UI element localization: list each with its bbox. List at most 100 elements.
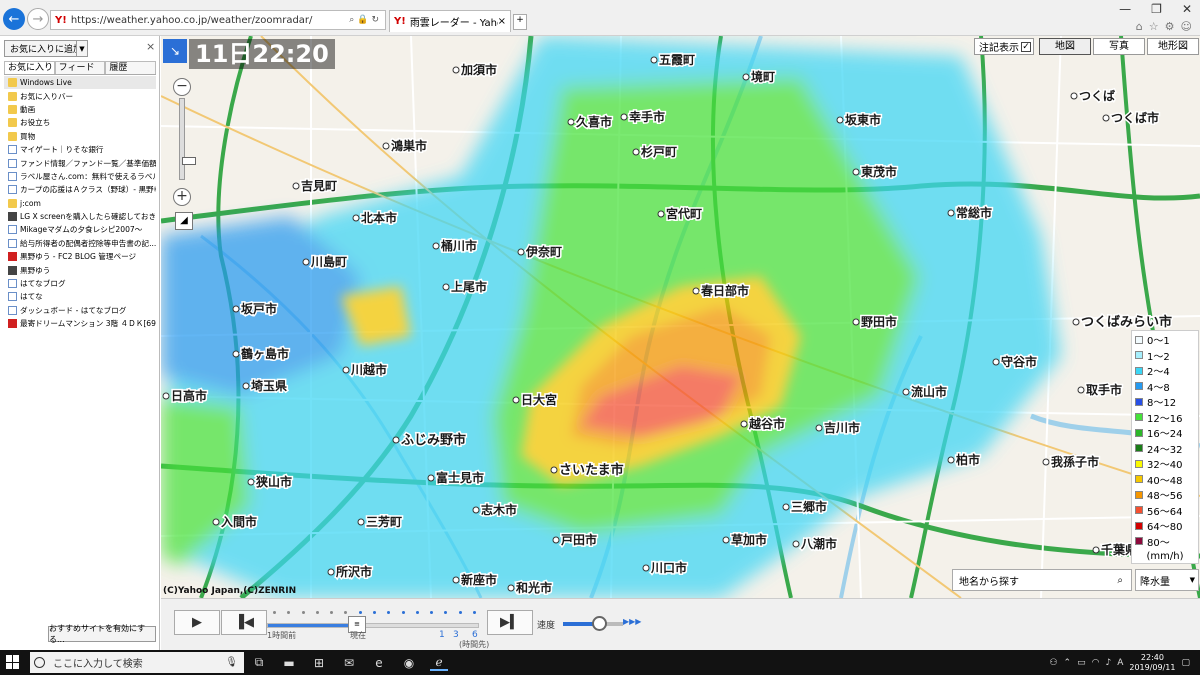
timeline-tick <box>287 611 291 614</box>
microphone-icon[interactable]: 🎙 <box>225 657 238 668</box>
place-label[interactable]: つくばみらい市 <box>1072 313 1174 332</box>
favorite-item[interactable]: お役立ち <box>4 116 156 129</box>
star-icon[interactable]: ☆ <box>1149 20 1159 33</box>
volume-icon[interactable]: ♪ <box>1105 658 1111 668</box>
tab-history[interactable]: 履歴 <box>105 61 157 74</box>
favorites-close-button[interactable]: × <box>146 40 155 53</box>
annotation-toggle[interactable]: 注記表示 ✓ <box>974 38 1034 55</box>
expand-map-button[interactable]: ↘ <box>163 39 187 63</box>
back-button[interactable]: ← <box>3 8 25 30</box>
ime-icon[interactable]: A <box>1117 658 1123 668</box>
favorite-item[interactable]: LG X screenを購入したら確認しておきたい... <box>4 210 156 223</box>
place-name: 入間市 <box>221 514 257 529</box>
tab-favorites[interactable]: お気に入り <box>4 61 55 74</box>
map-canvas[interactable]: 加須市 五霞町境町つくばつくば市 久喜市 幸手市 坂東市鴻巣市 杉戸町東茂市吉見町宮代町 常… <box>161 36 1200 598</box>
place-marker <box>232 350 240 358</box>
favorite-item[interactable]: はてなブログ <box>4 277 156 290</box>
place-marker <box>442 283 450 291</box>
store-icon[interactable]: ⊞ <box>310 654 328 671</box>
favorite-item[interactable]: マイゲート｜りそな銀行 <box>4 143 156 156</box>
mail-icon[interactable]: ✉ <box>340 654 358 671</box>
taskbar-clock[interactable]: 22:40 2019/09/11 <box>1129 653 1175 673</box>
tab-close-icon[interactable]: × <box>498 16 506 27</box>
previous-frame-button[interactable]: ▐◀ <box>221 610 267 635</box>
map-type-terrain[interactable]: 地形図 <box>1147 38 1199 55</box>
place-search-input[interactable]: 地名から探す ⌕ <box>952 569 1132 591</box>
refresh-icon[interactable]: ↻ <box>371 15 382 25</box>
zoom-in-button[interactable]: + <box>173 188 191 206</box>
eye-app-icon[interactable]: ◉ <box>400 654 418 671</box>
legend-label: 8〜12 <box>1147 398 1177 410</box>
annotation-checkbox[interactable]: ✓ <box>1021 41 1031 52</box>
play-button[interactable]: ▶ <box>174 610 220 635</box>
favorite-item[interactable]: 最寄ドリームマンション 3階 ４ＤＫ[696892... <box>4 317 156 330</box>
new-tab-button[interactable]: + <box>513 14 527 30</box>
search-icon[interactable]: ⌕ <box>1117 575 1123 586</box>
next-frame-button[interactable]: ▶▍ <box>487 610 533 635</box>
minimize-button[interactable]: — <box>1119 2 1131 16</box>
radar-map[interactable]: 加須市 五霞町 境町 つくば つくば市 久喜市 幸手市 坂東市 鴻巣市 杉戸町 東茂市 吉見町 宮代町 常… <box>161 36 1200 598</box>
wifi-icon[interactable]: ◠ <box>1092 658 1100 668</box>
close-window-button[interactable]: ✕ <box>1182 2 1192 16</box>
place-label[interactable]: 春日部市 <box>692 282 751 300</box>
favorite-item[interactable]: はてな <box>4 290 156 303</box>
tray-chevron-icon[interactable]: ⌃ <box>1064 658 1072 668</box>
map-type-photo[interactable]: 写真 <box>1093 38 1145 55</box>
edge-icon[interactable]: e <box>370 654 388 671</box>
place-label[interactable]: つくば市 <box>1102 109 1161 127</box>
favorite-item[interactable]: 黒野ゆう <box>4 263 156 276</box>
forward-button[interactable]: → <box>27 8 49 30</box>
favorite-item[interactable]: ラベル屋さん.com：無料で使えるラベル・カ... <box>4 170 156 183</box>
place-label[interactable]: ふじみ野市 <box>392 431 468 450</box>
add-favorites-dropdown[interactable]: ▼ <box>76 40 88 57</box>
stair-icon[interactable]: ◢ <box>175 212 193 230</box>
place-label[interactable]: 富士見市 <box>427 469 486 487</box>
home-icon[interactable]: ⌂ <box>1136 20 1143 33</box>
timeline-slider[interactable]: ≡ <box>267 616 479 633</box>
favorite-item[interactable]: お気に入りバー <box>4 89 156 102</box>
zoom-thumb[interactable] <box>182 157 196 165</box>
zoom-out-button[interactable]: − <box>173 78 191 96</box>
browser-tab[interactable]: Y! 雨雲レーダー - Yahoo!天気・... × <box>389 10 511 32</box>
lock-icon[interactable]: 🔒 <box>357 15 371 25</box>
favorite-item[interactable]: ファンド情報／ファンド一覧／基準価額 <box>4 156 156 169</box>
network-icon[interactable]: ▭ <box>1077 658 1086 668</box>
gear-icon[interactable]: ⚙ <box>1165 20 1175 33</box>
place-label[interactable]: さいたま市 <box>550 461 625 480</box>
internet-explorer-icon[interactable]: ℯ <box>430 654 448 671</box>
zoom-slider[interactable] <box>179 98 196 180</box>
favorite-item[interactable]: ダッシュボード - はてなブログ <box>4 304 156 317</box>
layer-select[interactable]: 降水量 ▼ <box>1135 569 1199 591</box>
speed-thumb[interactable] <box>592 616 607 631</box>
favorite-item[interactable]: Windows Live <box>4 76 156 90</box>
place-label[interactable]: 鶴ヶ島市 <box>232 345 291 363</box>
url-text[interactable]: https://weather.yahoo.co.jp/weather/zoom… <box>71 15 349 26</box>
favorite-item[interactable]: 買物 <box>4 130 156 143</box>
speed-slider[interactable] <box>563 616 623 631</box>
notification-icon[interactable]: ▢ <box>1181 658 1190 668</box>
favorite-item[interactable]: Mikageマダムの夕食レシピ2007〜 <box>4 223 156 236</box>
favorite-item[interactable]: 黒野ゆう - FC2 BLOG 管理ページ <box>4 250 156 263</box>
address-actions[interactable]: ⌕🔒↻ <box>349 15 385 25</box>
favorite-item[interactable]: 給与所得者の配偶者控除等申告書の記... <box>4 237 156 250</box>
place-marker <box>1070 92 1078 100</box>
taskbar-search-input[interactable]: ここに入力して検索 🎙 <box>30 652 244 673</box>
place-label[interactable]: 我孫子市 <box>1042 453 1101 471</box>
address-bar[interactable]: Y! https://weather.yahoo.co.jp/weather/z… <box>50 10 386 30</box>
tab-feeds[interactable]: フィード <box>54 61 106 74</box>
map-type-map[interactable]: 地図 <box>1039 38 1091 55</box>
favorite-item[interactable]: j:com <box>4 197 156 210</box>
enable-suggested-sites-button[interactable]: おすすめサイトを有効にする... <box>48 624 156 644</box>
place-name: 伊奈町 <box>525 244 562 259</box>
favorite-item[interactable]: 動画 <box>4 103 156 116</box>
favorites-tabs: お気に入り フィード 履歴 <box>4 61 157 75</box>
maximize-button[interactable]: ❐ <box>1151 2 1162 16</box>
smiley-icon[interactable]: ☺ <box>1181 20 1192 33</box>
file-explorer-icon[interactable]: ▬ <box>280 654 298 671</box>
favorite-item[interactable]: カープの応援はＡクラス（野球）- 黒野ゆう... <box>4 183 156 196</box>
place-marker <box>327 568 335 576</box>
people-icon[interactable]: ⚇ <box>1049 658 1057 668</box>
task-view-icon[interactable]: ⧉ <box>250 654 268 671</box>
place-marker <box>352 214 360 222</box>
windows-start-button[interactable] <box>6 655 20 669</box>
